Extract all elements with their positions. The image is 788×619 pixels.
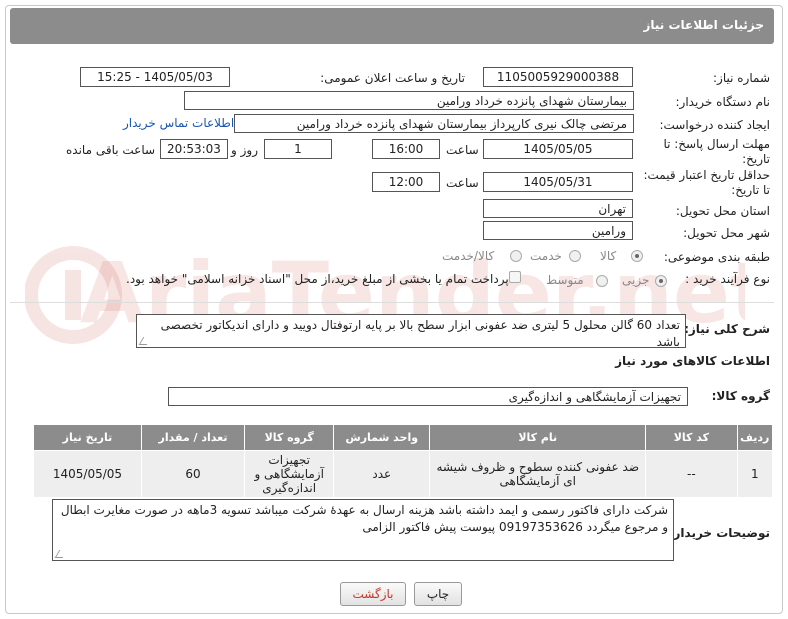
province-field: تهران [483, 199, 633, 218]
cell-code: -- [645, 450, 738, 498]
goods-group-label: گروه کالا: [711, 389, 770, 403]
category-radio-goods-service[interactable] [510, 250, 522, 262]
summary-textarea[interactable]: تعداد 60 گالن محلول 5 لیتری ضد عفونی ابز… [136, 314, 686, 349]
category-option-goods: کالا [600, 249, 617, 263]
creator-field: مرتضی چالک نیری کارپرداز بیمارستان شهدای… [234, 114, 634, 133]
goods-table: ردیف کد کالا نام کالا واحد شمارش گروه کا… [33, 424, 774, 498]
buyer-org-label: نام دستگاه خریدار: [675, 95, 771, 109]
validity-label-date: تا تاریخ: [731, 183, 770, 197]
deadline-time-label: ساعت [446, 143, 479, 157]
cell-unit: عدد [333, 450, 431, 498]
page-title: جزئیات اطلاعات نیاز [10, 8, 774, 44]
cell-group: تجهیزات آزمایشگاهی و اندازه‌گیری [244, 450, 335, 498]
creator-label: ایجاد کننده درخواست: [659, 118, 770, 132]
validity-time-field: 12:00 [372, 172, 440, 192]
announce-label: تاریخ و ساعت اعلان عمومی: [320, 71, 465, 85]
col-code: کد کالا [645, 424, 738, 451]
need-number-field: 1105005929000388 [483, 67, 633, 87]
process-radio-medium[interactable] [596, 275, 608, 287]
category-radio-service[interactable] [569, 250, 581, 262]
process-option-medium: متوسط [546, 273, 584, 287]
col-date: تاریخ نیاز [33, 424, 142, 451]
col-qty: تعداد / مقدار [140, 424, 246, 451]
buyer-notes-label: توضیحات خریدار: [668, 526, 770, 540]
contact-buyer-link[interactable]: اطلاعات تماس خریدار [123, 116, 234, 130]
goods-table-header: ردیف کد کالا نام کالا واحد شمارش گروه کا… [33, 424, 774, 451]
buyer-notes-textarea[interactable]: شرکت دارای فاکتور رسمی و ایمد داشته باشد… [52, 499, 674, 561]
cell-date: 1405/05/05 [33, 450, 142, 498]
goods-section-title: اطلاعات کالاهای مورد نیاز [615, 354, 770, 368]
category-option-service: خدمت [530, 249, 562, 263]
treasury-payment-checkbox[interactable] [509, 271, 521, 283]
deadline-time-field: 16:00 [372, 139, 440, 159]
days-label: روز و [231, 143, 258, 157]
category-label: طبقه بندی موضوعی: [663, 250, 770, 264]
treasury-payment-note: پرداخت تمام یا بخشی از مبلغ خرید،از محل … [126, 272, 509, 286]
process-option-minor: جزیی [622, 273, 650, 287]
col-name: نام کالا [429, 424, 647, 451]
print-button[interactable]: چاپ [414, 582, 462, 606]
deadline-date-field: 1405/05/05 [483, 139, 633, 159]
col-group: گروه کالا [244, 424, 335, 451]
process-label: نوع فرآیند خرید : [685, 272, 770, 286]
validity-date-field: 1405/05/31 [483, 172, 633, 192]
process-radio-minor[interactable] [655, 275, 667, 287]
validity-time-label: ساعت [446, 176, 479, 190]
remaining-time-field: 20:53:03 [160, 139, 228, 159]
need-number-label: شماره نیاز: [713, 71, 770, 85]
category-radio-goods[interactable] [631, 250, 643, 262]
col-row: ردیف [736, 424, 774, 451]
summary-label: شرح کلی نیاز: [684, 322, 770, 336]
city-field: ورامین [483, 221, 633, 240]
announce-date-field: 1405/05/03 - 15:25 [80, 67, 230, 87]
cell-qty: 60 [140, 450, 246, 498]
cell-name: ضد عفونی کننده سطوح و ظروف شیشه ای آزمای… [429, 450, 647, 498]
deadline-label: مهلت ارسال پاسخ: تا [663, 137, 770, 151]
cell-row: 1 [736, 450, 774, 498]
goods-group-field: تجهیزات آزمایشگاهی و اندازه‌گیری [168, 387, 688, 406]
validity-label: حداقل تاریخ اعتبار قیمت: [643, 168, 770, 182]
category-option-goods-service: کالا/خدمت [442, 249, 495, 263]
back-button[interactable]: بازگشت [340, 582, 406, 606]
remaining-time-label: ساعت باقی مانده [66, 143, 156, 157]
days-remaining-field: 1 [264, 139, 332, 159]
city-label: شهر محل تحویل: [683, 226, 770, 240]
table-row: 1 -- ضد عفونی کننده سطوح و ظروف شیشه ای … [33, 450, 774, 498]
col-unit: واحد شمارش [333, 424, 431, 451]
divider [10, 302, 774, 303]
buyer-org-field: بیمارستان شهدای پانزده خرداد ورامین [184, 91, 634, 110]
deadline-label-date: تاریخ: [742, 152, 770, 166]
province-label: استان محل تحویل: [675, 204, 770, 218]
